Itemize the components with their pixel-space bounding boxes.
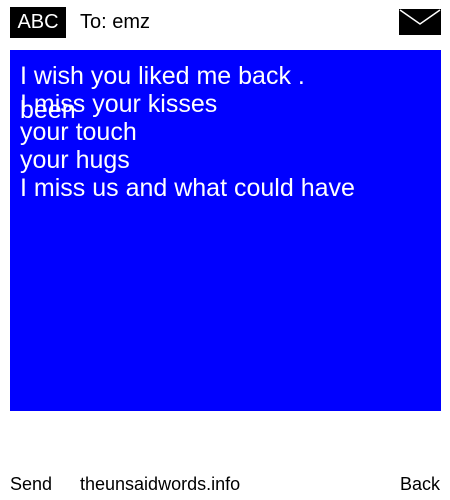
back-button[interactable]: Back [400, 473, 440, 495]
message-body: I wish you liked me back . I miss your k… [20, 62, 355, 202]
site-link[interactable]: theunsaidwords.info [80, 473, 240, 495]
message-area[interactable]: I wish you liked me back . I miss your k… [10, 50, 441, 411]
input-mode-badge: ABC [10, 7, 66, 38]
send-button[interactable]: Send [10, 473, 52, 495]
recipient-label: To: emz [80, 11, 151, 33]
envelope-icon [399, 9, 441, 35]
phone-screen: ABC To: emz I wish you liked me back . I… [0, 0, 450, 500]
message-overflow-text: been [20, 96, 76, 124]
